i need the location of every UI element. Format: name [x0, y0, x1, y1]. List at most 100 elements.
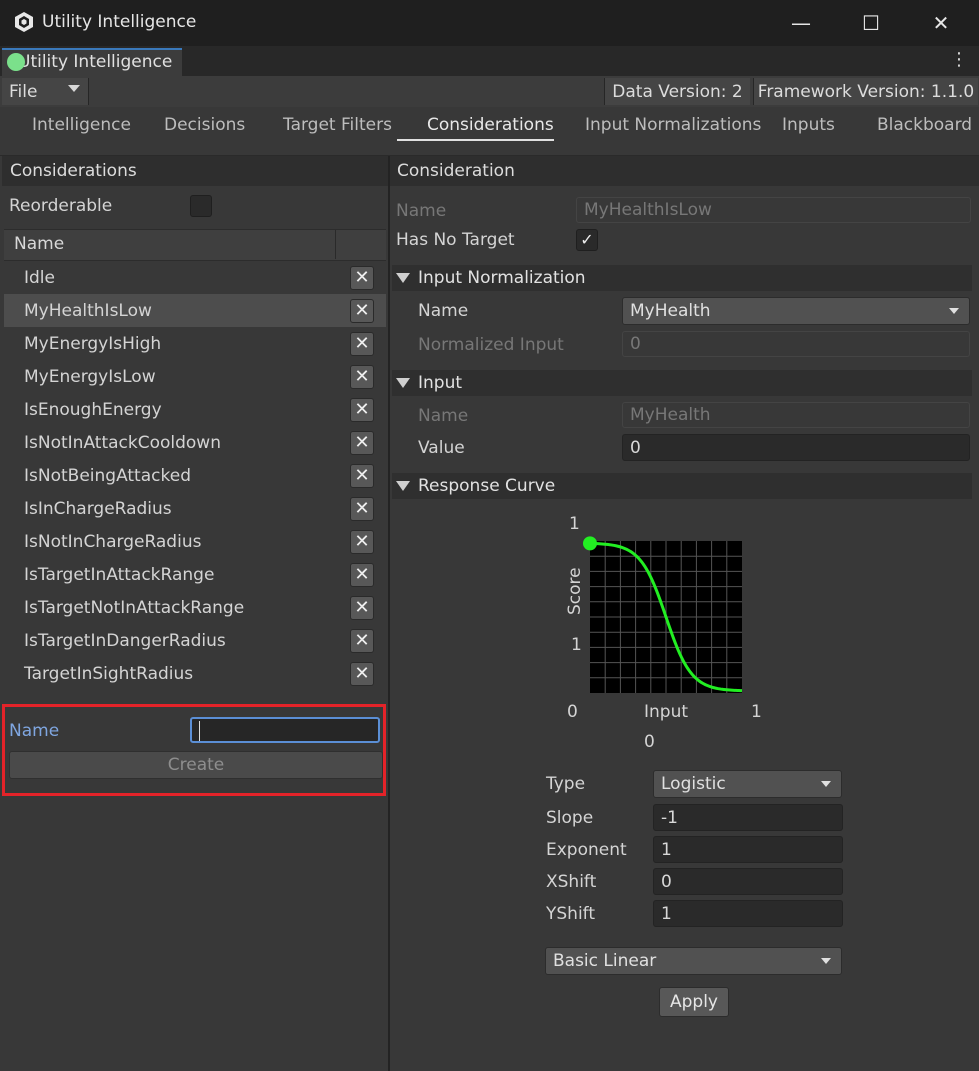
input-value-field[interactable]: 0 — [622, 434, 970, 461]
minimize-icon: — — [791, 11, 811, 35]
yshift-field[interactable]: 1 — [653, 900, 843, 927]
graph-y-mid-label: 1 — [571, 635, 582, 655]
input-value-text: 0 — [630, 437, 641, 458]
tab-target-filters[interactable]: Target Filters — [283, 115, 392, 135]
close-icon: ✕ — [354, 597, 370, 618]
delete-item-button[interactable]: ✕ — [350, 332, 374, 356]
delete-item-button[interactable]: ✕ — [350, 596, 374, 620]
column-divider — [335, 230, 336, 259]
window-title: Utility Intelligence — [42, 12, 197, 32]
delete-item-button[interactable]: ✕ — [350, 464, 374, 488]
text-caret — [199, 721, 200, 741]
list-item-label: IsInChargeRadius — [24, 499, 172, 519]
exponent-field[interactable]: 1 — [653, 836, 843, 863]
tab-inputs[interactable]: Inputs — [782, 115, 835, 135]
apply-button[interactable]: Apply — [659, 987, 729, 1017]
exponent-value: 1 — [661, 839, 672, 860]
input-name-field: MyHealth — [622, 402, 970, 428]
tab-input-normalizations[interactable]: Input Normalizations — [585, 115, 761, 135]
input-name-value: MyHealth — [630, 405, 711, 425]
normalized-input-value: 0 — [630, 334, 641, 354]
framework-version-label: Framework Version: 1.1.0 — [753, 78, 978, 105]
curve-type-value: Logistic — [661, 774, 726, 794]
close-icon: ✕ — [354, 300, 370, 321]
curve-preset-value: Basic Linear — [553, 951, 657, 971]
exponent-label: Exponent — [546, 840, 627, 860]
close-icon: ✕ — [354, 465, 370, 486]
delete-item-button[interactable]: ✕ — [350, 365, 374, 389]
minimize-button[interactable]: — — [774, 6, 828, 40]
has-no-target-label: Has No Target — [396, 230, 515, 250]
response-curve-graph[interactable] — [583, 536, 743, 693]
close-icon: ✕ — [932, 11, 950, 35]
panel-splitter[interactable] — [388, 156, 390, 1071]
close-icon: ✕ — [354, 333, 370, 354]
yshift-value: 1 — [661, 903, 672, 924]
normalization-name-value: MyHealth — [630, 301, 711, 321]
input-normalization-title: Input Normalization — [418, 268, 586, 288]
foldout-arrow-icon — [396, 273, 410, 283]
tab-decisions[interactable]: Decisions — [164, 115, 245, 135]
maximize-button[interactable]: ☐ — [844, 6, 898, 40]
list-item-label: IsTargetInAttackRange — [24, 565, 215, 585]
close-window-button[interactable]: ✕ — [914, 6, 968, 40]
graph-x-axis-label: Input — [644, 702, 689, 722]
graph-x-min-label: 0 — [567, 702, 578, 722]
delete-item-button[interactable]: ✕ — [350, 662, 374, 686]
curve-type-dropdown[interactable]: Logistic — [653, 770, 842, 798]
foldout-arrow-icon — [396, 378, 410, 388]
chevron-down-icon — [821, 781, 831, 787]
has-no-target-checkbox[interactable]: ✓ — [576, 229, 598, 251]
new-name-label: Name — [9, 721, 60, 741]
input-foldout[interactable] — [392, 370, 972, 396]
delete-item-button[interactable]: ✕ — [350, 497, 374, 521]
yshift-label: YShift — [546, 904, 596, 924]
input-name-label: Name — [418, 406, 469, 426]
xshift-value: 0 — [661, 871, 672, 892]
xshift-field[interactable]: 0 — [653, 868, 843, 895]
check-icon: ✓ — [580, 230, 594, 249]
delete-item-button[interactable]: ✕ — [350, 563, 374, 587]
graph-x-max-label: 1 — [751, 702, 762, 722]
curve-start-point[interactable] — [583, 536, 597, 551]
list-item-label: TargetInSightRadius — [24, 664, 194, 684]
chevron-down-icon — [949, 308, 959, 314]
list-item-label: IsEnoughEnergy — [24, 400, 162, 420]
normalization-name-dropdown[interactable]: MyHealth — [622, 297, 970, 325]
slope-field[interactable]: -1 — [653, 804, 843, 831]
close-icon: ✕ — [354, 432, 370, 453]
tab-blackboard[interactable]: Blackboard — [877, 115, 972, 135]
slope-value: -1 — [661, 807, 678, 828]
curve-preset-dropdown[interactable]: Basic Linear — [545, 947, 842, 975]
reorderable-checkbox[interactable] — [190, 195, 212, 217]
editor-tab-label: Utility Intelligence — [18, 52, 173, 72]
chevron-down-icon — [68, 85, 80, 92]
close-icon: ✕ — [354, 531, 370, 552]
list-item[interactable] — [4, 261, 386, 294]
close-icon: ✕ — [354, 267, 370, 288]
close-icon: ✕ — [354, 663, 370, 684]
new-name-input[interactable] — [190, 717, 380, 743]
graph-y-axis-label: Score — [565, 567, 585, 615]
input-title: Input — [418, 373, 463, 393]
kebab-menu-icon[interactable]: ⋮ — [950, 50, 968, 72]
list-item-label: IsNotInChargeRadius — [24, 532, 202, 552]
delete-item-button[interactable]: ✕ — [350, 266, 374, 290]
close-icon: ✕ — [354, 564, 370, 585]
active-tab-indicator — [397, 139, 554, 141]
tab-intelligence[interactable]: Intelligence — [32, 115, 131, 135]
data-version-label: Data Version: 2 — [604, 78, 750, 105]
graph-x-sub-label: 0 — [644, 732, 655, 752]
list-item-label: MyEnergyIsHigh — [24, 334, 162, 354]
tab-considerations[interactable]: Considerations — [427, 115, 554, 135]
delete-item-button[interactable]: ✕ — [350, 398, 374, 422]
delete-item-button[interactable]: ✕ — [350, 299, 374, 323]
delete-item-button[interactable]: ✕ — [350, 530, 374, 554]
foldout-arrow-icon — [396, 481, 410, 491]
delete-item-button[interactable]: ✕ — [350, 431, 374, 455]
delete-item-button[interactable]: ✕ — [350, 629, 374, 653]
create-button[interactable]: Create — [9, 751, 383, 779]
list-item-label: MyEnergyIsLow — [24, 367, 156, 387]
close-icon: ✕ — [354, 630, 370, 651]
response-curve-title: Response Curve — [418, 476, 556, 496]
